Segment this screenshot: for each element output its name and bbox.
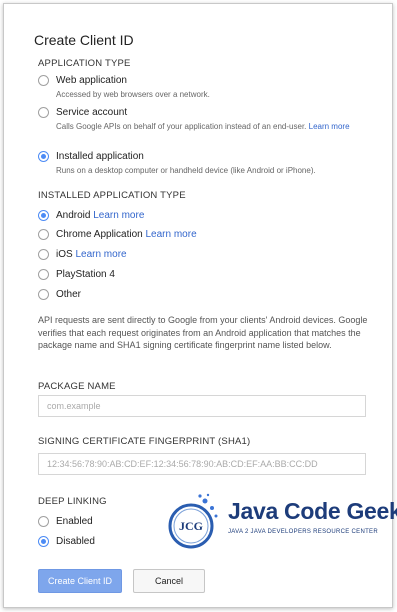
- radio-label: iOS: [56, 249, 73, 260]
- radio-chrome-application[interactable]: Chrome Application Learn more: [38, 228, 197, 241]
- radio-android[interactable]: Android Learn more: [38, 209, 144, 222]
- logo-text: JCG: [179, 519, 203, 533]
- java-code-geeks-watermark: JCG Java Code Geeks JAVA 2 JAVA DEVELOPE…: [158, 493, 397, 553]
- radio-unchecked-icon[interactable]: [38, 229, 49, 240]
- description-text: Calls Google APIs on behalf of your appl…: [56, 122, 307, 131]
- radio-unchecked-icon[interactable]: [38, 516, 49, 527]
- learn-more-link[interactable]: Learn more: [93, 210, 144, 221]
- radio-description: Calls Google APIs on behalf of your appl…: [56, 121, 376, 132]
- radio-label: Disabled: [56, 536, 95, 547]
- radio-other[interactable]: Other: [38, 288, 81, 301]
- radio-label: PlayStation 4: [56, 269, 115, 280]
- package-name-input[interactable]: [38, 395, 366, 417]
- radio-service-account[interactable]: Service account Calls Google APIs on beh…: [38, 106, 376, 132]
- radio-label: Web application: [56, 75, 127, 86]
- radio-installed-application[interactable]: Installed application Runs on a desktop …: [38, 150, 376, 176]
- watermark-brand: Java Code Geeks: [228, 498, 397, 524]
- android-description: API requests are sent directly to Google…: [38, 315, 368, 350]
- radio-label: Installed application: [56, 151, 144, 162]
- radio-checked-icon[interactable]: [38, 210, 49, 221]
- package-name-label: PACKAGE NAME: [38, 381, 116, 392]
- learn-more-link[interactable]: Learn more: [146, 229, 197, 240]
- signing-cert-input[interactable]: [38, 453, 366, 475]
- learn-more-link[interactable]: Learn more: [309, 122, 350, 131]
- deep-linking-heading: DEEP LINKING: [38, 496, 107, 507]
- watermark-tagline: JAVA 2 JAVA DEVELOPERS RESOURCE CENTER: [228, 529, 378, 535]
- radio-unchecked-icon[interactable]: [38, 107, 49, 118]
- radio-label: Android: [56, 210, 91, 221]
- radio-label: Service account: [56, 107, 128, 118]
- radio-label: Other: [56, 289, 82, 300]
- radio-enabled[interactable]: Enabled: [38, 515, 93, 528]
- radio-label: Enabled: [56, 516, 93, 527]
- radio-unchecked-icon[interactable]: [38, 289, 49, 300]
- installed-type-heading: INSTALLED APPLICATION TYPE: [38, 190, 186, 201]
- signing-cert-label: SIGNING CERTIFICATE FINGERPRINT (SHA1): [38, 436, 251, 447]
- radio-checked-icon[interactable]: [38, 536, 49, 547]
- radio-unchecked-icon[interactable]: [38, 249, 49, 260]
- dialog-title: Create Client ID: [34, 32, 134, 48]
- radio-ios[interactable]: iOS Learn more: [38, 248, 127, 261]
- radio-label: Chrome Application: [56, 229, 143, 240]
- radio-description: Runs on a desktop computer or handheld d…: [56, 166, 316, 175]
- radio-disabled[interactable]: Disabled: [38, 535, 95, 548]
- radio-unchecked-icon[interactable]: [38, 269, 49, 280]
- radio-checked-icon[interactable]: [38, 151, 49, 162]
- cancel-button[interactable]: Cancel: [133, 569, 205, 593]
- application-type-heading: APPLICATION TYPE: [38, 58, 131, 69]
- radio-unchecked-icon[interactable]: [38, 75, 49, 86]
- radio-playstation-4[interactable]: PlayStation 4: [38, 268, 115, 281]
- jcg-logo-icon: JCG: [168, 493, 218, 549]
- learn-more-link[interactable]: Learn more: [75, 249, 126, 260]
- create-client-id-button[interactable]: Create Client ID: [38, 569, 122, 593]
- radio-web-application[interactable]: Web application Accessed by web browsers…: [38, 74, 376, 100]
- radio-description: Accessed by web browsers over a network.: [56, 90, 210, 99]
